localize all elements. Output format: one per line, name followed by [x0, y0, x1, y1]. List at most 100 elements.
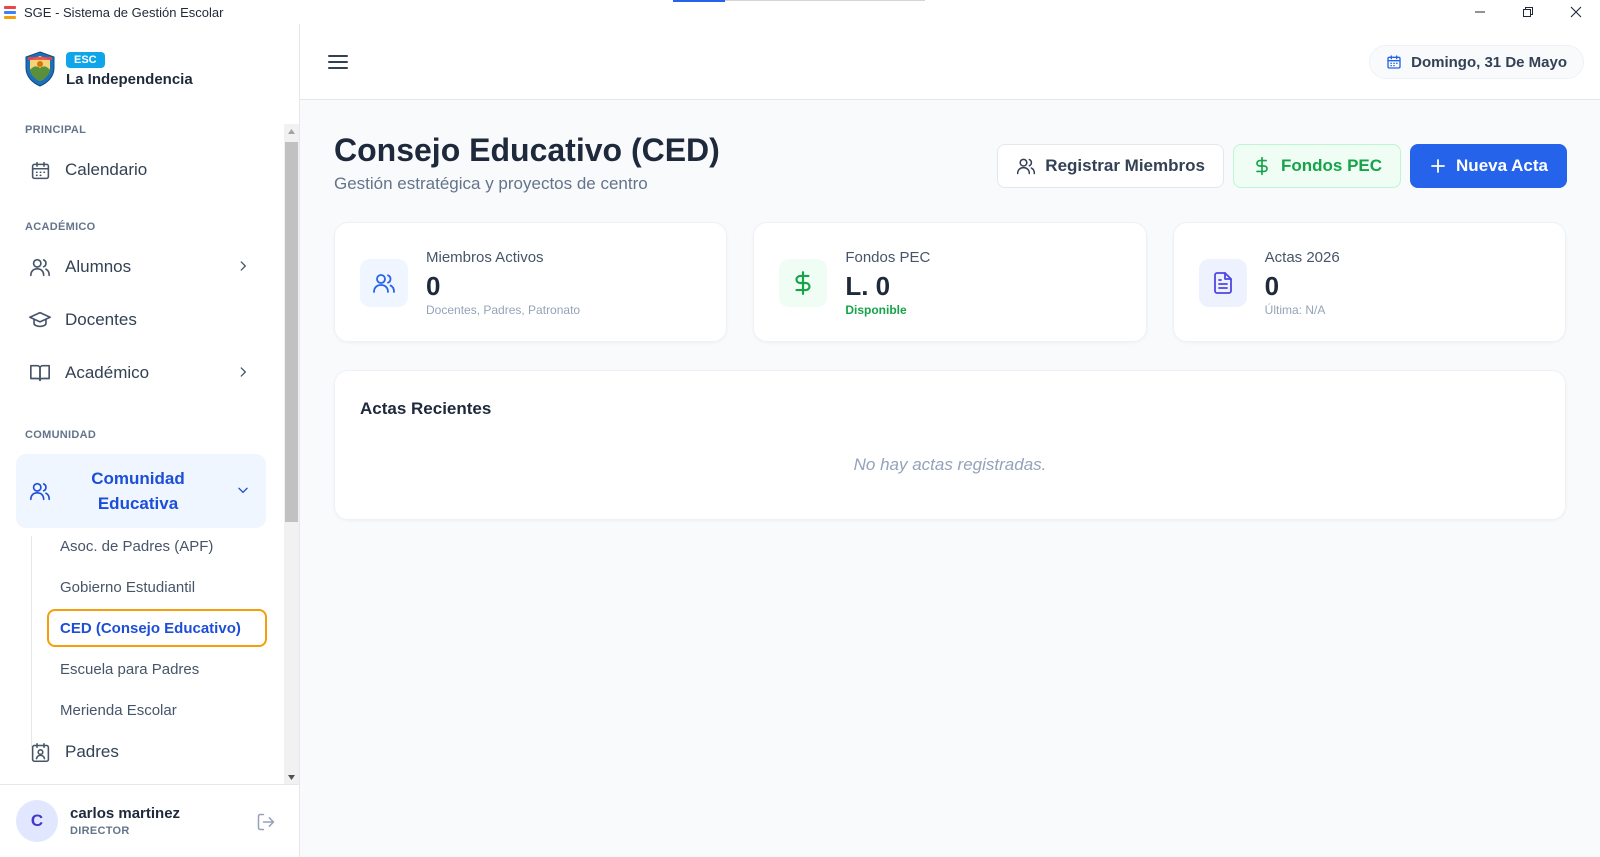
sidebar-item-label: Calendario [65, 160, 148, 179]
stat-card-members: Miembros Activos 0 Docentes, Padres, Pat… [334, 222, 728, 342]
empty-state-message: No hay actas registradas. [853, 455, 1047, 474]
brand-badge: ESC [66, 52, 105, 68]
close-button[interactable] [1552, 0, 1600, 24]
titlebar-indicator [673, 0, 925, 2]
sidebar-item-alumnos[interactable]: Alumnos [16, 243, 266, 291]
page-subtitle: Gestión estratégica y proyectos de centr… [334, 174, 648, 193]
stat-subtext: Última: N/A [1264, 303, 1326, 317]
plus-icon [1431, 159, 1445, 173]
scroll-thumb[interactable] [285, 142, 298, 522]
book-open-icon [29, 362, 51, 384]
sidebar-item-label: Académico [65, 363, 150, 382]
sidebar-item-academico[interactable]: Académico [16, 349, 266, 397]
current-date: Domingo, 31 De Mayo [1411, 53, 1567, 71]
users-icon [29, 256, 51, 278]
sidebar-item-calendario[interactable]: Calendario [16, 146, 266, 194]
sidebar-nav: PRINCIPAL Calendario ACADÉMICO Alumnos D… [0, 124, 284, 784]
minimize-button[interactable] [1456, 0, 1504, 24]
stat-subtext: Disponible [845, 303, 907, 317]
dollar-icon [1256, 156, 1268, 176]
stat-icon-box [1198, 259, 1247, 307]
scroll-down-arrow[interactable] [284, 770, 299, 784]
main-content: Consejo Educativo (CED) Gestión estratég… [300, 100, 1600, 857]
stat-label: Fondos PEC [845, 249, 931, 266]
brand[interactable]: ESC La Independencia [24, 50, 193, 88]
user-footer: C carlos martinez DIRECTOR [0, 784, 299, 857]
recent-acts-title: Actas Recientes [360, 399, 492, 418]
sidebar-item-label: Docentes [65, 310, 137, 329]
document-icon [1213, 272, 1232, 294]
stat-label: Miembros Activos [426, 249, 544, 266]
stat-value: 0 [1264, 271, 1280, 301]
users-icon [1017, 158, 1036, 175]
app-icon [4, 5, 18, 19]
dollar-icon [795, 271, 811, 295]
subtree-line [31, 536, 32, 748]
calendar-icon [29, 159, 51, 181]
caret-down-icon [288, 774, 295, 780]
user-role: DIRECTOR [70, 825, 130, 837]
stat-value: L. 0 [845, 271, 891, 301]
page-actions: Registrar Miembros Fondos PEC Nueva Acta [997, 144, 1567, 188]
subitem-merienda-escolar[interactable]: Merienda Escolar [47, 691, 267, 729]
subitem-apf[interactable]: Asoc. de Padres (APF) [47, 527, 267, 565]
sidebar-item-comunidad-educativa[interactable]: Comunidad Educativa [16, 454, 266, 528]
users-icon [29, 480, 51, 502]
page-title: Consejo Educativo (CED) [334, 132, 720, 168]
hamburger-menu-icon [328, 55, 348, 69]
minimize-icon [1475, 11, 1485, 13]
users-icon [373, 274, 395, 293]
logout-button[interactable] [256, 812, 276, 832]
restore-button[interactable] [1504, 0, 1552, 24]
contact-card-icon [29, 741, 51, 763]
window-title: SGE - Sistema de Gestión Escolar [24, 4, 224, 20]
section-label-principal: PRINCIPAL [25, 124, 87, 136]
scroll-up-arrow[interactable] [284, 124, 299, 138]
subitem-ced[interactable]: CED (Consejo Educativo) [47, 609, 267, 647]
menu-toggle-button[interactable] [326, 50, 350, 74]
sidebar: ESC La Independencia PRINCIPAL Calendari… [0, 24, 300, 857]
subitem-gobierno-estudiantil[interactable]: Gobierno Estudiantil [47, 568, 267, 606]
user-info: carlos martinez DIRECTOR [70, 805, 180, 837]
graduation-cap-icon [29, 309, 51, 331]
chevron-right-icon [240, 367, 247, 377]
sidebar-item-label: Alumnos [65, 257, 132, 276]
close-icon [1570, 6, 1582, 18]
new-act-button[interactable]: Nueva Acta [1410, 144, 1567, 188]
school-name: La Independencia [66, 71, 193, 88]
stats-cards: Miembros Activos 0 Docentes, Padres, Pat… [334, 222, 1566, 342]
section-label-comunidad: COMUNIDAD [25, 429, 97, 441]
calendar-icon [1387, 55, 1401, 69]
caret-up-icon [288, 128, 295, 134]
stat-label: Actas 2026 [1264, 249, 1340, 266]
user-name: carlos martinez [70, 805, 181, 822]
logout-icon [257, 813, 275, 831]
sidebar-item-docentes[interactable]: Docentes [16, 296, 266, 344]
stat-icon-box [360, 259, 408, 307]
stat-card-funds: Fondos PEC L. 0 Disponible [753, 222, 1147, 342]
subitem-escuela-padres[interactable]: Escuela para Padres [47, 650, 267, 688]
stat-value: 0 [426, 271, 441, 301]
top-header: Domingo, 31 De Mayo [300, 24, 1600, 100]
section-label-academico: ACADÉMICO [25, 221, 96, 233]
chevron-right-icon [240, 261, 247, 271]
school-shield-logo [25, 51, 55, 87]
sidebar-scrollbar[interactable] [284, 124, 299, 784]
sidebar-item-padres[interactable]: Padres [16, 728, 266, 776]
button-label: Registrar Miembros [1045, 156, 1205, 175]
window-titlebar: SGE - Sistema de Gestión Escolar [0, 0, 1600, 24]
sidebar-item-label: Padres [65, 742, 119, 761]
recent-acts-panel: Actas Recientes No hay actas registradas… [334, 370, 1566, 520]
avatar[interactable]: C [16, 800, 58, 842]
window-controls [1456, 0, 1600, 24]
chevron-down-icon [238, 487, 248, 494]
restore-icon [1523, 7, 1533, 17]
stat-icon-box [779, 259, 828, 307]
button-label: Fondos PEC [1280, 156, 1383, 175]
sidebar-item-label: Comunidad Educativa [91, 469, 185, 513]
register-members-button[interactable]: Registrar Miembros [997, 144, 1224, 188]
date-pill: Domingo, 31 De Mayo [1369, 45, 1584, 79]
pec-funds-button[interactable]: Fondos PEC [1232, 144, 1402, 188]
button-label: Nueva Acta [1456, 156, 1548, 175]
stat-card-acts: Actas 2026 0 Última: N/A [1172, 222, 1566, 342]
